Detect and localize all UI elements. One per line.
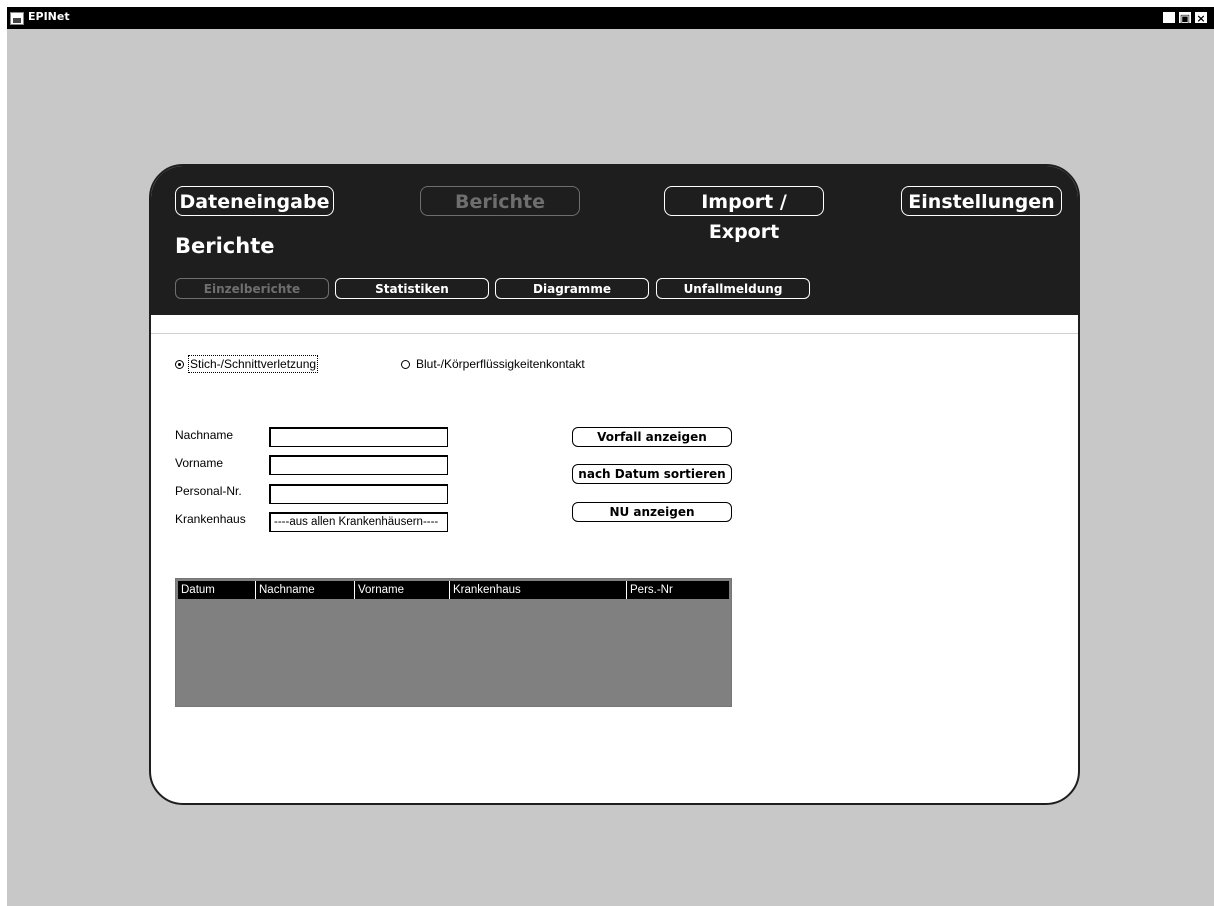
restore-icon[interactable]: ▣ <box>1178 11 1192 25</box>
tab-dateneingabe[interactable]: Dateneingabe <box>175 186 334 216</box>
radio-unchecked-icon[interactable] <box>401 359 410 369</box>
app-icon <box>10 12 24 25</box>
nachname-input[interactable] <box>269 427 448 447</box>
subtab-einzelberichte[interactable]: Einzelberichte <box>175 278 329 299</box>
personal-nr-label: Personal-Nr. <box>175 484 242 498</box>
radio-checked-icon[interactable] <box>175 359 184 369</box>
table-header: Datum Nachname Vorname Krankenhaus Pers.… <box>178 581 729 599</box>
tab-berichte[interactable]: Berichte <box>420 186 580 216</box>
vorname-label: Vorname <box>175 456 224 470</box>
close-icon[interactable]: × <box>1194 11 1208 25</box>
radio-stich-schnitt[interactable]: Stich-/Schnittverletzung <box>175 355 319 373</box>
show-nu-button[interactable]: NU anzeigen <box>572 502 732 522</box>
vorname-input[interactable] <box>269 455 448 475</box>
minimize-icon[interactable]: _ <box>1162 11 1176 25</box>
divider <box>151 333 1078 334</box>
subtab-statistiken[interactable]: Statistiken <box>335 278 489 299</box>
panel-header: Dateneingabe Berichte Import / Export Ei… <box>151 166 1078 315</box>
title-bar[interactable]: EPINet _ ▣ × <box>7 7 1214 29</box>
results-table[interactable]: Datum Nachname Vorname Krankenhaus Pers.… <box>175 578 732 707</box>
main-panel: Dateneingabe Berichte Import / Export Ei… <box>149 164 1080 805</box>
tab-import-export[interactable]: Import / Export <box>664 186 824 243</box>
window-controls: _ ▣ × <box>1162 11 1208 25</box>
sort-by-date-button[interactable]: nach Datum sortieren <box>572 464 732 484</box>
page-title: Berichte <box>175 234 275 258</box>
column-header-krankenhaus[interactable]: Krankenhaus <box>449 581 626 599</box>
column-header-nachname[interactable]: Nachname <box>255 581 354 599</box>
krankenhaus-label: Krankenhaus <box>175 512 246 526</box>
tab-einstellungen[interactable]: Einstellungen <box>901 186 1062 216</box>
radio-blut-koerperfluessigkeit[interactable]: Blut-/Körperflüssigkeitenkontakt <box>401 357 585 371</box>
radio-label: Stich-/Schnittverletzung <box>187 355 319 373</box>
subtab-unfallmeldung[interactable]: Unfallmeldung <box>656 278 810 299</box>
krankenhaus-select[interactable]: ----aus allen Krankenhäusern---- <box>269 512 448 532</box>
nachname-label: Nachname <box>175 428 234 442</box>
window-title: EPINet <box>28 10 70 23</box>
column-header-vorname[interactable]: Vorname <box>354 581 449 599</box>
show-incident-button[interactable]: Vorfall anzeigen <box>572 427 732 447</box>
radio-label: Blut-/Körperflüssigkeitenkontakt <box>416 357 585 371</box>
personal-nr-input[interactable] <box>269 484 448 504</box>
subtab-diagramme[interactable]: Diagramme <box>495 278 649 299</box>
column-header-datum[interactable]: Datum <box>178 581 255 599</box>
app-window: EPINet _ ▣ × Dateneingabe Berichte Impor… <box>7 7 1214 906</box>
column-header-pers-nr[interactable]: Pers.-Nr <box>626 581 729 599</box>
